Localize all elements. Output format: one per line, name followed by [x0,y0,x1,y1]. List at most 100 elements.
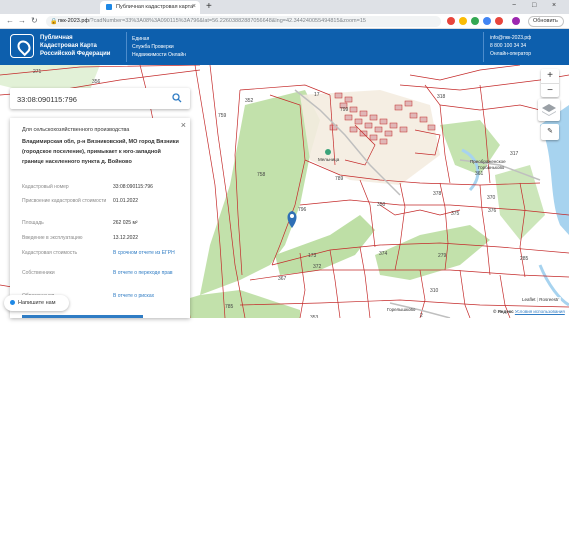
parcel-label: 378 [433,191,442,197]
parcel-label: 2 [420,313,423,318]
close-icon[interactable]: × [181,120,186,130]
parcel-label: 785 [225,304,234,310]
place-label: Горбаньково [478,165,505,170]
url-host: пкк-2023.рф [58,18,89,24]
service-line: Служба Проверки [132,44,174,50]
parcel-info-panel: × Для сельскохозяйственного производства… [10,118,190,318]
extension-icon[interactable] [459,17,467,25]
parcel-label: 173 [308,253,317,259]
url-path: /?cadNumber=33%3A08%3A090115%3A796&lat=5… [88,18,366,24]
parcel-label: 759 [218,113,227,119]
zoom-out-button[interactable]: − [541,83,559,97]
parcel-label: 376 [488,208,497,214]
parcel-label: 353 [310,315,319,318]
close-window-icon[interactable]: × [552,2,556,9]
service-title[interactable]: Единая Служба Проверки Недвижимости Онла… [132,35,186,59]
site-favicon-icon [106,4,112,10]
parcel-label: 374 [379,251,388,257]
parcel-label: 789 [335,176,344,182]
zoom-in-button[interactable]: + [541,69,559,83]
parcel-label: 370 [487,195,496,201]
maximize-icon[interactable]: □ [532,2,536,9]
row-label: Введение в эксплуатацию [22,235,83,241]
order-report-button[interactable] [22,315,143,318]
row-value: 33:08:090115:796 [113,184,153,190]
leaflet-link[interactable]: Leaflet [522,297,536,302]
map-attribution: Leaflet | Rosreestr [520,297,561,302]
forward-icon[interactable]: → [18,16,26,25]
row-label: Присвоение кадастровой стоимости [22,198,107,204]
row-value: 01.01.2022 [113,198,139,204]
attribution-separator: | [536,297,538,302]
parcel-label: 799 [340,107,349,113]
row-label: Площадь [22,220,44,226]
windmill-marker-icon[interactable] [325,149,331,155]
extension-icon[interactable] [483,17,491,25]
profile-avatar[interactable] [512,17,520,25]
update-button[interactable]: Обновить [528,16,564,27]
browser-toolbar: ← → ↻ 🔒 пкк-2023.рф/?cadNumber=33%3A08%3… [0,14,569,29]
contacts: info@пкк-2023.рф 8 800 100 34 34 Онлайн-… [490,34,531,58]
brand-title[interactable]: Публичная Кадастровая Карта Российской Ф… [40,34,110,58]
brand-line: Публичная [40,35,73,41]
parcel-label: 372 [313,264,322,270]
report-link[interactable]: В отчете о переходе прав [113,270,185,277]
rosreestr-link[interactable]: Rosreestr [539,297,559,302]
service-line: Недвижимости Онлайн [132,52,186,58]
parcel-label: 375 [451,211,460,217]
parcel-label: 317 [510,151,519,157]
chat-widget-button[interactable]: Напишите нам [4,295,69,311]
browser-tabstrip: Публичная кадастровая карта × + − □ × [0,0,569,14]
browser-tab[interactable]: Публичная кадастровая карта × [100,1,200,14]
layers-button[interactable] [538,99,560,121]
minimize-icon[interactable]: − [512,2,516,9]
parcel-label: 310 [430,288,439,294]
parcel-label: 356 [92,79,101,85]
parcel-label: 350 [377,202,386,208]
parcel-label: 796 [298,207,307,213]
tab-title: Публичная кадастровая карта [116,4,194,10]
brand-line: Российской Федерации [40,51,111,57]
online-operator-link[interactable]: Онлайн-оператор [490,50,531,58]
parcel-label: 352 [245,98,254,104]
lock-icon: 🔒 [50,19,58,25]
parcel-label: 285 [520,256,529,262]
parcel-label: 361 [475,171,484,177]
parcel-label: 367 [278,276,287,282]
brand-line: Кадастровая Карта [40,43,97,49]
measure-button[interactable]: ✎ [541,124,559,140]
zoom-control: + − [541,69,559,97]
extension-icon[interactable] [495,17,503,25]
place-label: Мельница [318,157,340,162]
site-header: Публичная Кадастровая Карта Российской Ф… [0,29,569,65]
report-link[interactable]: В отчете о рисках [113,293,185,300]
search-input[interactable]: 33:08:090115:796 [10,88,190,109]
parcel-label: 17 [314,92,320,98]
extension-icon[interactable] [471,17,479,25]
reload-icon[interactable]: ↻ [31,16,38,25]
place-label: Преображенское [470,159,506,164]
yandex-copyright: © Яндекс [493,309,514,314]
header-divider [483,32,484,62]
contact-email[interactable]: info@пкк-2023.рф [490,34,531,42]
extension-icon[interactable] [447,17,455,25]
parcel-label: 318 [437,94,446,100]
parcel-label: 271 [33,69,42,75]
parcel-label: 279 [438,253,447,259]
place-label: Горелышково [387,307,416,312]
report-link[interactable]: В срочном отчете из ЕГРН [113,250,185,257]
map-pin-logo-icon[interactable] [10,34,34,58]
search-input-value: 33:08:090115:796 [17,95,77,104]
contact-phone[interactable]: 8 800 100 34 34 [490,42,531,50]
tab-close-icon[interactable]: × [192,3,196,10]
search-icon[interactable] [172,93,182,103]
layers-icon [542,104,556,116]
new-tab-button[interactable]: + [206,1,212,12]
yandex-terms-link[interactable]: Условия использования [515,309,565,314]
row-value: 13.12.2022 [113,235,139,241]
parcel-address: Владимирская обл, р-н Вязниковский, МО г… [22,139,179,165]
header-divider [126,32,127,62]
row-label: Кадастровая стоимость [22,250,78,256]
back-icon[interactable]: ← [6,16,14,25]
address-bar[interactable]: 🔒 пкк-2023.рф/?cadNumber=33%3A08%3A09011… [46,16,441,27]
